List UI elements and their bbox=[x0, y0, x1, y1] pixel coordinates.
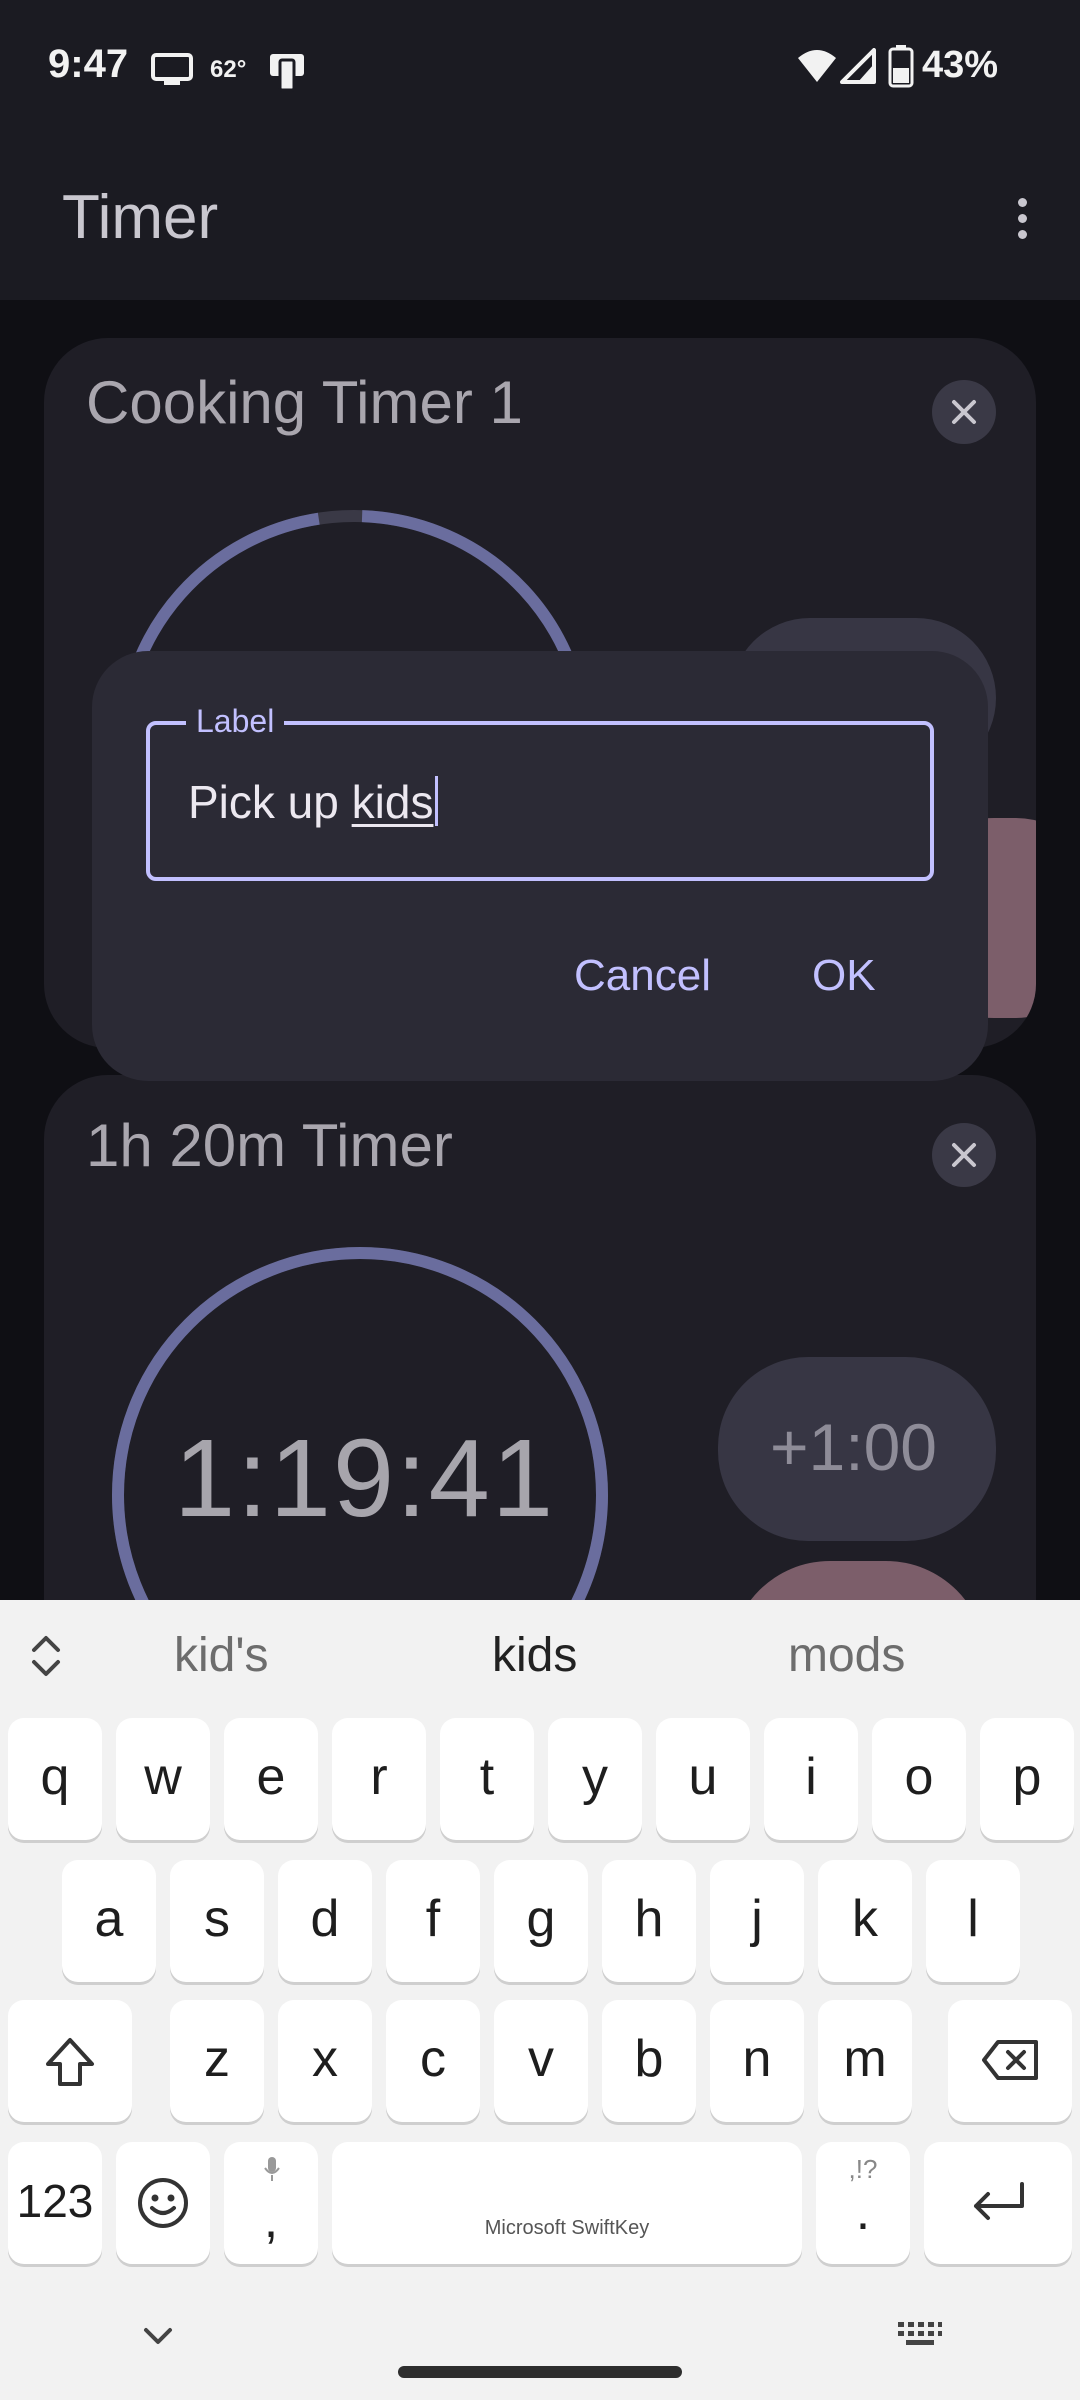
space-key[interactable]: Microsoft SwiftKey bbox=[332, 2142, 802, 2264]
key-e[interactable]: e bbox=[224, 1718, 318, 1840]
key-h[interactable]: h bbox=[602, 1860, 696, 1982]
cast-screen-icon bbox=[151, 53, 193, 85]
key-n[interactable]: n bbox=[710, 2000, 804, 2122]
timer-label[interactable]: 1h 20m Timer bbox=[86, 1111, 453, 1180]
suggestion-left[interactable]: kid's bbox=[174, 1628, 269, 1683]
period-label: . bbox=[855, 2183, 871, 2241]
comma-key[interactable]: , bbox=[224, 2142, 318, 2264]
keyboard-nav-bar bbox=[0, 2290, 1080, 2400]
suggestion-right[interactable]: mods bbox=[788, 1628, 905, 1683]
keyboard-switcher-icon[interactable] bbox=[896, 2320, 944, 2348]
label-field-title: Label bbox=[186, 703, 285, 740]
cellular-signal-icon bbox=[840, 48, 876, 84]
key-m[interactable]: m bbox=[818, 2000, 912, 2122]
wifi-icon bbox=[798, 50, 836, 82]
period-alt-chars: ,!? bbox=[848, 2154, 878, 2184]
top-app-bar: Timer bbox=[0, 130, 1080, 300]
suggestion-center[interactable]: kids bbox=[492, 1628, 577, 1683]
key-z[interactable]: z bbox=[170, 2000, 264, 2122]
label-input-text: Pick up bbox=[188, 776, 352, 828]
timer-label[interactable]: Cooking Timer 1 bbox=[86, 368, 523, 437]
key-k[interactable]: k bbox=[818, 1860, 912, 1982]
label-input[interactable]: Pick up kids bbox=[188, 775, 439, 829]
hide-keyboard-icon[interactable] bbox=[140, 2324, 176, 2348]
backspace-key[interactable] bbox=[948, 2000, 1072, 2122]
key-y[interactable]: y bbox=[548, 1718, 642, 1840]
label-text-field[interactable]: Label Pick up kids bbox=[146, 703, 934, 881]
status-temperature: 62° bbox=[210, 56, 247, 83]
key-t[interactable]: t bbox=[440, 1718, 534, 1840]
key-j[interactable]: j bbox=[710, 1860, 804, 1982]
suggestion-bar: kid's kids mods bbox=[0, 1600, 1080, 1710]
key-o[interactable]: o bbox=[872, 1718, 966, 1840]
key-d[interactable]: d bbox=[278, 1860, 372, 1982]
key-l[interactable]: l bbox=[926, 1860, 1020, 1982]
key-q[interactable]: q bbox=[8, 1718, 102, 1840]
key-b[interactable]: b bbox=[602, 2000, 696, 2122]
key-u[interactable]: u bbox=[656, 1718, 750, 1840]
key-a[interactable]: a bbox=[62, 1860, 156, 1982]
battery-icon bbox=[888, 45, 914, 88]
label-dialog: Label Pick up kids Cancel OK bbox=[92, 651, 988, 1081]
enter-key[interactable] bbox=[924, 2142, 1072, 2264]
enter-icon bbox=[974, 2182, 1024, 2220]
time-remaining: 1:19:41 bbox=[174, 1417, 556, 1540]
label-input-composing-word: kids bbox=[351, 776, 434, 828]
period-key[interactable]: ,!? . bbox=[816, 2142, 910, 2264]
key-v[interactable]: v bbox=[494, 2000, 588, 2122]
close-icon bbox=[952, 1143, 976, 1167]
text-cursor bbox=[435, 776, 439, 826]
battery-percentage: 43% bbox=[922, 44, 999, 86]
page-title: Timer bbox=[62, 183, 219, 252]
add-minute-button[interactable]: +1:00 bbox=[718, 1357, 996, 1541]
timer-card: 1h 20m Timer 1:19:41 +1:00 bbox=[44, 1075, 1036, 1600]
shift-icon bbox=[46, 2038, 94, 2086]
delete-timer-button[interactable] bbox=[932, 380, 996, 444]
delete-timer-button[interactable] bbox=[932, 1123, 996, 1187]
status-bar: 9:47 62° 43% bbox=[0, 0, 1080, 130]
work-device-icon bbox=[270, 54, 304, 92]
key-p[interactable]: p bbox=[980, 1718, 1074, 1840]
key-g[interactable]: g bbox=[494, 1860, 588, 1982]
emoji-key[interactable] bbox=[116, 2142, 210, 2264]
numbers-key[interactable]: 123 bbox=[8, 2142, 102, 2264]
more-options-icon[interactable] bbox=[1000, 194, 1044, 248]
key-i[interactable]: i bbox=[764, 1718, 858, 1840]
shift-key[interactable] bbox=[8, 2000, 132, 2122]
status-time: 9:47 bbox=[48, 42, 129, 86]
emoji-icon bbox=[138, 2178, 188, 2228]
gesture-navigation-handle[interactable] bbox=[398, 2366, 682, 2378]
key-w[interactable]: w bbox=[116, 1718, 210, 1840]
key-s[interactable]: s bbox=[170, 1860, 264, 1982]
microphone-icon bbox=[264, 2157, 280, 2181]
toolbar-expand-icon[interactable] bbox=[28, 1634, 64, 1678]
pause-button[interactable] bbox=[730, 1561, 986, 1600]
ok-button[interactable]: OK bbox=[812, 951, 876, 1001]
cancel-button[interactable]: Cancel bbox=[574, 951, 711, 1001]
close-icon bbox=[952, 400, 976, 424]
key-f[interactable]: f bbox=[386, 1860, 480, 1982]
keyboard-brand-label: Microsoft SwiftKey bbox=[484, 2217, 650, 2239]
key-x[interactable]: x bbox=[278, 2000, 372, 2122]
on-screen-keyboard: kid's kids mods qwertyuiop asdfghjkl zxc… bbox=[0, 1600, 1080, 2400]
add-minute-label: +1:00 bbox=[770, 1410, 937, 1484]
key-c[interactable]: c bbox=[386, 2000, 480, 2122]
comma-label: , bbox=[263, 2191, 279, 2249]
key-r[interactable]: r bbox=[332, 1718, 426, 1840]
timer-app: 9:47 62° 43% Timer Cooking Timer 1 1h 20… bbox=[0, 0, 1080, 1600]
backspace-icon bbox=[982, 2040, 1038, 2080]
